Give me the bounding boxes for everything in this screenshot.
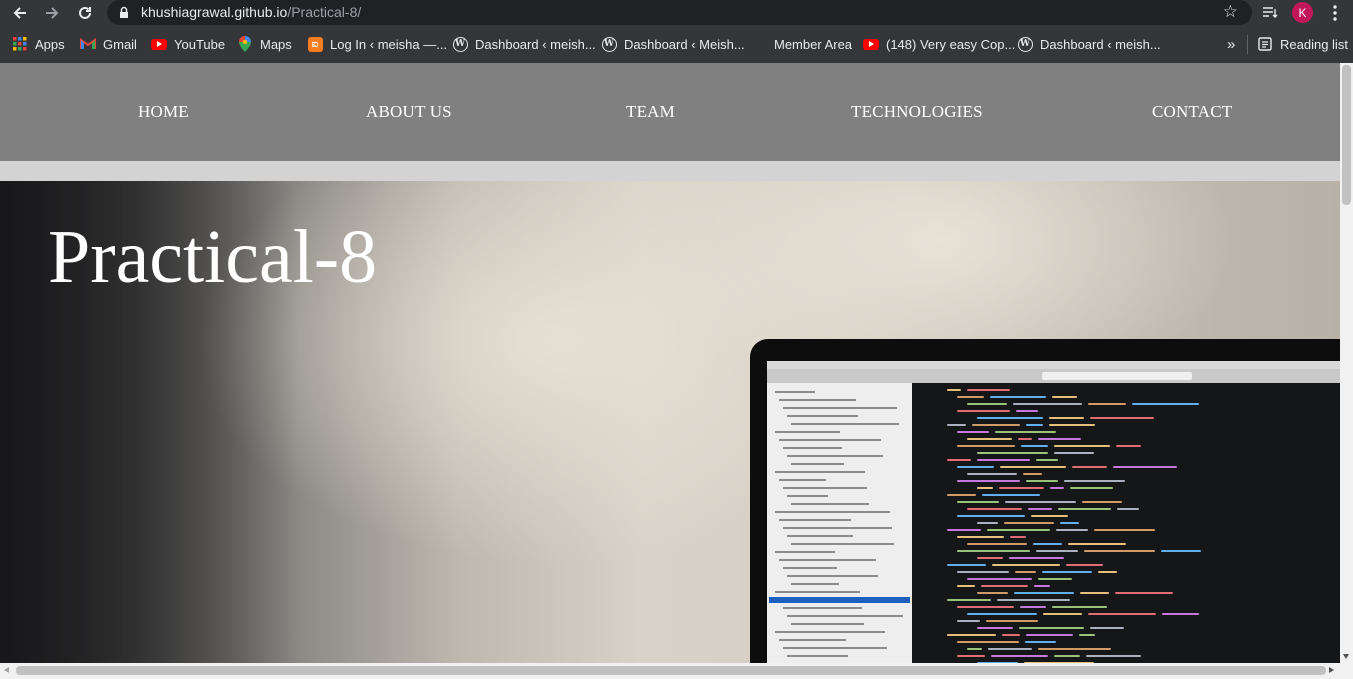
address-bar[interactable]: khushiagrawal.github.io/Practical-8/ ☆ bbox=[107, 0, 1252, 25]
reload-icon[interactable] bbox=[74, 2, 96, 24]
vertical-scroll-thumb[interactable] bbox=[1342, 65, 1351, 205]
xampp-icon: ಐ bbox=[307, 36, 323, 52]
youtube-icon bbox=[863, 36, 879, 52]
bookmark-dashboard-3[interactable]: W Dashboard ‹ meish... bbox=[1017, 35, 1161, 53]
reading-list-button[interactable]: Reading list bbox=[1257, 35, 1348, 53]
bookmark-label: Dashboard ‹ Meish... bbox=[624, 36, 745, 52]
profile-initial: K bbox=[1298, 5, 1307, 20]
vertical-scrollbar[interactable] bbox=[1340, 63, 1353, 663]
youtube-icon bbox=[151, 36, 167, 52]
browser-toolbar: khushiagrawal.github.io/Practical-8/ ☆ K bbox=[0, 0, 1353, 26]
bookmark-label: (148) Very easy Cop... bbox=[886, 36, 1016, 52]
scroll-left-arrow-icon[interactable] bbox=[4, 667, 9, 673]
bookmark-youtube-video[interactable]: (148) Very easy Cop... bbox=[863, 35, 1015, 53]
url-text[interactable]: khushiagrawal.github.io/Practical-8/ bbox=[141, 4, 361, 20]
bookmark-gmail[interactable]: Gmail bbox=[80, 35, 137, 53]
nav-team-link[interactable]: TEAM bbox=[626, 102, 675, 122]
gmail-icon bbox=[80, 36, 96, 52]
nav-home-link[interactable]: HOME bbox=[138, 102, 189, 122]
maps-pin-icon bbox=[237, 36, 253, 52]
bookmark-label: YouTube bbox=[174, 36, 226, 52]
wordpress-icon: W bbox=[452, 36, 468, 52]
url-domain: khushiagrawal.github.io bbox=[141, 4, 288, 20]
more-bookmarks-label: » bbox=[1227, 35, 1236, 53]
wordpress-icon: W bbox=[1017, 36, 1033, 52]
bookmark-dashboard-2[interactable]: W Dashboard ‹ Meish... bbox=[601, 35, 745, 53]
bookmark-label: Member Area bbox=[774, 36, 853, 52]
bookmark-label: Apps bbox=[35, 36, 65, 52]
apps-grid-icon bbox=[12, 36, 28, 52]
profile-avatar[interactable]: K bbox=[1292, 2, 1313, 23]
page-viewport: HOME ABOUT US TEAM TECHNOLOGIES CONTACT … bbox=[0, 63, 1340, 663]
bookmark-dashboard-1[interactable]: W Dashboard ‹ meish... bbox=[452, 35, 596, 53]
nav-about-us-link[interactable]: ABOUT US bbox=[366, 102, 452, 122]
bookmark-member-area[interactable]: Member Area bbox=[774, 35, 852, 53]
site-navbar: HOME ABOUT US TEAM TECHNOLOGIES CONTACT bbox=[0, 63, 1340, 161]
laptop-screen-image bbox=[767, 361, 1340, 663]
bookmark-label: Dashboard ‹ meish... bbox=[475, 36, 596, 52]
bookmark-label: Dashboard ‹ meish... bbox=[1040, 36, 1161, 52]
url-path: /Practical-8/ bbox=[287, 4, 362, 20]
nav-contact-link[interactable]: CONTACT bbox=[1152, 102, 1232, 122]
bookmark-star-icon[interactable]: ☆ bbox=[1223, 3, 1238, 21]
bookmark-maps[interactable]: Maps bbox=[237, 35, 292, 53]
bookmark-label: Gmail bbox=[103, 36, 137, 52]
forward-arrow-icon[interactable] bbox=[41, 2, 63, 24]
laptop-image bbox=[750, 339, 1340, 663]
reading-list-label: Reading list bbox=[1280, 36, 1348, 52]
bookmark-login[interactable]: ಐ Log In ‹ meisha —... bbox=[307, 35, 447, 53]
scroll-down-arrow-icon[interactable] bbox=[1343, 654, 1349, 659]
bookmark-label: Log In ‹ meisha —... bbox=[330, 36, 448, 52]
bookmarks-bar: Apps Gmail YouTube Maps ಐ Log In ‹ meish… bbox=[0, 26, 1353, 63]
horizontal-scrollbar[interactable] bbox=[0, 663, 1353, 679]
more-bookmarks-chevron-icon[interactable]: » bbox=[1227, 35, 1235, 53]
menu-kebab-icon[interactable] bbox=[1326, 2, 1344, 24]
hero-banner: Practical-8 bbox=[0, 181, 1340, 663]
bookmark-label: Maps bbox=[260, 36, 292, 52]
scroll-right-arrow-icon[interactable] bbox=[1329, 667, 1334, 673]
bookmark-youtube[interactable]: YouTube bbox=[151, 35, 225, 53]
wordpress-icon: W bbox=[601, 36, 617, 52]
nav-technologies-link[interactable]: TECHNOLOGIES bbox=[851, 102, 983, 122]
hero-title: Practical-8 bbox=[48, 215, 378, 299]
bookmarks-divider bbox=[1247, 35, 1248, 54]
bookmark-apps[interactable]: Apps bbox=[12, 35, 65, 53]
tab-search-icon[interactable] bbox=[1260, 2, 1280, 24]
reading-list-icon bbox=[1257, 36, 1273, 52]
back-arrow-icon[interactable] bbox=[9, 2, 31, 24]
horizontal-scroll-thumb[interactable] bbox=[16, 666, 1326, 675]
lock-icon[interactable] bbox=[119, 6, 129, 24]
